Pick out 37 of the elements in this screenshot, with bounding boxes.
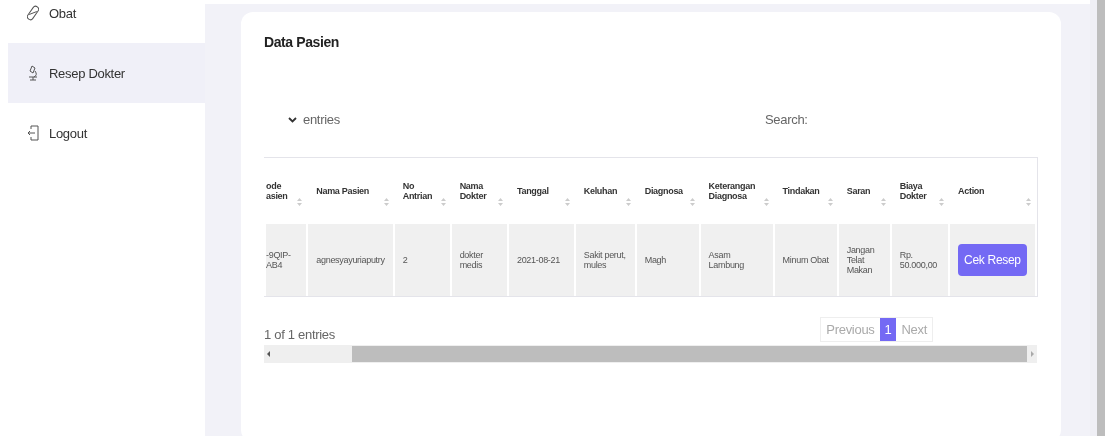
sidebar-item[interactable]: Resep Dokter	[8, 43, 205, 103]
sort-icon	[440, 198, 446, 206]
microscope-icon	[27, 65, 39, 81]
sort-icon	[564, 198, 570, 206]
vertical-scrollbar[interactable]	[1090, 0, 1105, 436]
sort-icon	[827, 198, 833, 206]
card-title: Data Pasien	[264, 34, 340, 50]
sort-icon	[383, 198, 389, 206]
table-cell: Asam Lambung	[700, 224, 773, 296]
sort-icon	[880, 198, 886, 206]
sort-icon	[625, 198, 631, 206]
logout-icon	[27, 125, 39, 141]
cek-resep-button[interactable]: Cek Resep	[958, 244, 1027, 276]
table-cell: 2	[394, 224, 450, 296]
sidebar-item[interactable]: Obat	[0, 0, 205, 43]
chevron-down-icon[interactable]	[288, 116, 297, 123]
table-cell: Magh	[636, 224, 699, 296]
table-cell: agnesyayuriaputry	[308, 224, 393, 296]
table-info: 1 of 1 entries	[264, 327, 335, 342]
sort-icon	[297, 198, 303, 206]
search-label: Search:	[764, 112, 808, 127]
table-cell: Jangan Telat Makan	[838, 224, 890, 296]
table-cell: Sakit perut, mules	[575, 224, 635, 296]
entries-label: entries	[303, 112, 340, 127]
table-cell: dokter medis	[451, 224, 507, 296]
sort-icon	[1026, 198, 1031, 206]
sort-icon	[497, 198, 503, 206]
table-cell: -9QIP- AB4	[266, 224, 307, 296]
sort-icon	[763, 198, 769, 206]
table-cell: Minum Obat	[774, 224, 837, 296]
table-cell: 2021-08-21	[508, 224, 574, 296]
sidebar-item[interactable]: Logout	[0, 103, 205, 163]
sort-icon	[939, 198, 945, 206]
horizontal-scrollbar[interactable]	[264, 345, 1037, 363]
sort-icon	[689, 198, 695, 206]
table-cell: Rp. 50.000,00	[891, 224, 949, 296]
pill-icon	[27, 5, 39, 21]
